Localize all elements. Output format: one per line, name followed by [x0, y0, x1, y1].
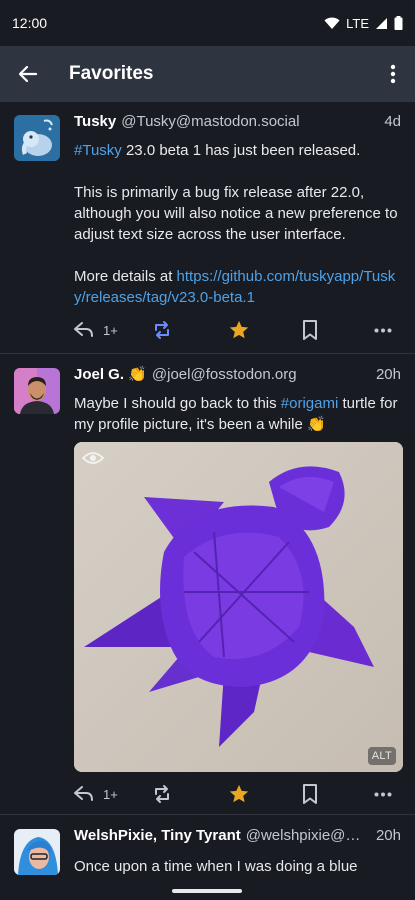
avatar[interactable]	[14, 115, 60, 161]
clock: 12:00	[12, 15, 48, 31]
home-handle[interactable]	[172, 889, 242, 893]
status-header: WelshPixie, Tiny Tyrant @welshpixie@ma..…	[74, 826, 401, 846]
overflow-menu-icon	[390, 64, 396, 84]
bookmark-icon	[303, 320, 318, 340]
hashtag-link[interactable]: #origami	[281, 395, 339, 412]
alt-text-badge[interactable]: ALT	[367, 747, 396, 765]
status-item[interactable]: WelshPixie, Tiny Tyrant @welshpixie@ma..…	[0, 815, 415, 882]
username[interactable]: @welshpixie@ma...	[246, 826, 370, 846]
gesture-navigation-bar	[0, 882, 415, 900]
signal-icon	[376, 17, 387, 29]
boost-icon	[155, 785, 170, 803]
more-button[interactable]	[374, 778, 394, 810]
timeline[interactable]: Tusky @Tusky@mastodon.social 4d #Tusky 2…	[0, 102, 415, 882]
favourite-button[interactable]	[228, 314, 302, 346]
status-text-para2: This is primarily a bug fix release afte…	[74, 184, 398, 243]
status-text-line1: 23.0 beta 1 has just been released.	[121, 142, 361, 159]
status-content: Joel G. 👏 @joel@fosstodon.org 20h Maybe …	[74, 365, 401, 435]
status-content: WelshPixie, Tiny Tyrant @welshpixie@ma..…	[74, 826, 401, 877]
top-app-bar: Favorites	[0, 46, 415, 102]
tusky-logo	[14, 115, 60, 161]
profile-picture	[14, 368, 60, 414]
status-actions: 1+	[74, 314, 394, 346]
display-name[interactable]: Tusky	[74, 112, 116, 132]
status-content: Tusky @Tusky@mastodon.social 4d #Tusky 2…	[74, 112, 401, 308]
status-text: #Tusky 23.0 beta 1 has just been release…	[74, 140, 401, 308]
system-indicators: LTE	[324, 16, 403, 31]
reply-count: 1+	[103, 786, 118, 802]
more-icon	[374, 792, 392, 796]
more-button[interactable]	[374, 314, 394, 346]
favourite-button[interactable]	[228, 778, 302, 810]
username[interactable]: @joel@fosstodon.org	[152, 365, 370, 385]
timestamp: 20h	[375, 366, 401, 383]
network-type: LTE	[346, 15, 369, 31]
timestamp: 20h	[375, 827, 401, 844]
system-status-bar: 12:00 LTE	[0, 0, 415, 46]
avatar[interactable]	[14, 829, 60, 875]
reply-icon	[74, 322, 93, 337]
clapping-emoji: 👏	[306, 416, 326, 433]
media-attachment[interactable]: ALT	[74, 442, 403, 772]
reply-button[interactable]: 1+	[74, 778, 152, 810]
overflow-menu-button[interactable]	[371, 46, 415, 102]
star-icon	[229, 784, 249, 803]
status-text: Maybe I should go back to this #origami …	[74, 395, 398, 433]
profile-picture	[14, 829, 60, 875]
wifi-icon	[324, 17, 340, 29]
bookmark-icon	[303, 784, 318, 804]
bookmark-button[interactable]	[302, 778, 374, 810]
display-name[interactable]: Joel G. 👏	[74, 365, 147, 385]
clapping-emoji: 👏	[128, 366, 147, 383]
star-icon	[229, 320, 249, 339]
status-text-para3: More details at	[74, 268, 177, 285]
status-header: Tusky @Tusky@mastodon.social 4d	[74, 112, 401, 132]
status-actions: 1+	[74, 778, 394, 810]
back-arrow-icon	[18, 65, 38, 83]
reply-button[interactable]: 1+	[74, 314, 152, 346]
reply-count: 1+	[103, 322, 118, 338]
status-header: Joel G. 👏 @joel@fosstodon.org 20h	[74, 365, 401, 385]
username[interactable]: @Tusky@mastodon.social	[121, 112, 378, 132]
avatar[interactable]	[14, 368, 60, 414]
origami-turtle-photo	[74, 442, 403, 772]
status-text: Once upon a time when I was doing a blue	[74, 858, 358, 875]
boost-button[interactable]	[152, 778, 228, 810]
reply-icon	[74, 786, 93, 801]
battery-icon	[394, 16, 403, 30]
timestamp: 4d	[384, 113, 401, 130]
hashtag-link[interactable]: #Tusky	[74, 142, 122, 159]
bookmark-button[interactable]	[302, 314, 374, 346]
status-item[interactable]: Joel G. 👏 @joel@fosstodon.org 20h Maybe …	[0, 354, 415, 814]
boost-icon	[155, 321, 170, 339]
page-title: Favorites	[69, 63, 154, 84]
back-button[interactable]	[0, 46, 56, 102]
status-item[interactable]: Tusky @Tusky@mastodon.social 4d #Tusky 2…	[0, 102, 415, 353]
boost-button[interactable]	[152, 314, 228, 346]
display-name[interactable]: WelshPixie, Tiny Tyrant	[74, 826, 241, 846]
more-icon	[374, 328, 392, 332]
eye-icon[interactable]	[82, 450, 104, 466]
